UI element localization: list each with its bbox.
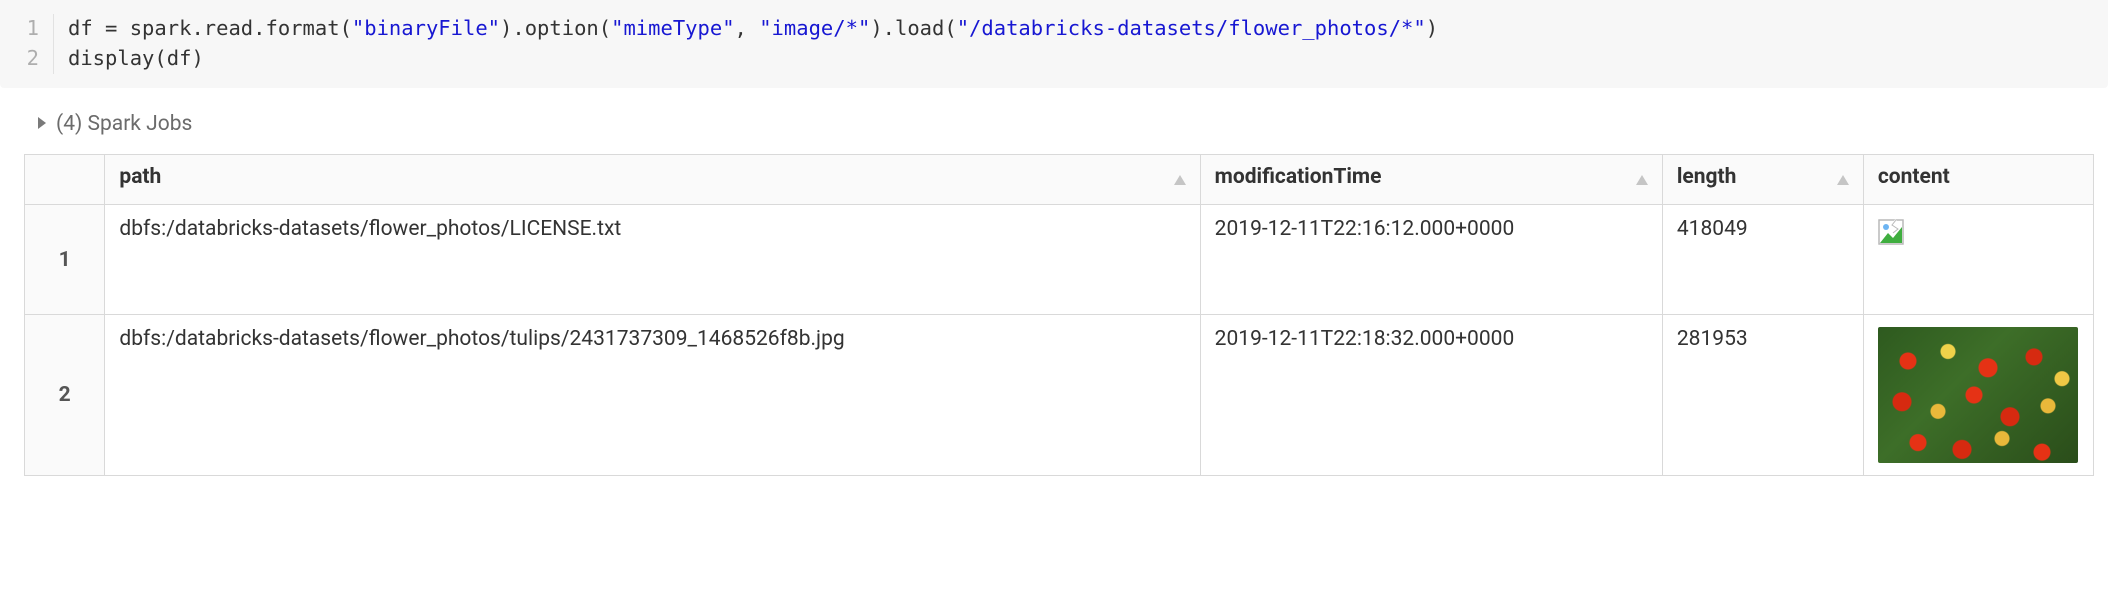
cell-length: 418049 <box>1662 205 1863 315</box>
image-thumbnail <box>1878 327 2078 463</box>
result-table-wrap: path modificationTime length <box>0 154 2108 480</box>
column-header-path[interactable]: path <box>105 155 1200 205</box>
cell-modification-time: 2019-12-11T22:18:32.000+0000 <box>1200 315 1662 476</box>
table-row: 2dbfs:/databricks-datasets/flower_photos… <box>25 315 2094 476</box>
column-header-content[interactable]: content <box>1863 155 2093 205</box>
broken-image-icon <box>1878 219 1904 251</box>
code-gutter: 12 <box>0 14 54 74</box>
column-header-label: path <box>119 165 161 189</box>
column-header-label: content <box>1878 165 1950 189</box>
caret-right-icon <box>36 114 48 135</box>
code-body[interactable]: df = spark.read.format("binaryFile").opt… <box>54 14 1438 74</box>
result-table: path modificationTime length <box>24 154 2094 476</box>
cell-content <box>1863 205 2093 315</box>
column-header-label: modificationTime <box>1215 165 1382 189</box>
line-number: 1 <box>0 14 39 44</box>
spark-jobs-toggle[interactable]: (4) Spark Jobs <box>0 88 2108 154</box>
table-row: 1dbfs:/databricks-datasets/flower_photos… <box>25 205 2094 315</box>
column-header-length[interactable]: length <box>1662 155 1863 205</box>
cell-path: dbfs:/databricks-datasets/flower_photos/… <box>105 315 1200 476</box>
row-index: 2 <box>25 315 105 476</box>
sort-icon[interactable] <box>1634 174 1650 186</box>
column-header-label: length <box>1677 165 1737 189</box>
cell-modification-time: 2019-12-11T22:16:12.000+0000 <box>1200 205 1662 315</box>
column-header-modification-time[interactable]: modificationTime <box>1200 155 1662 205</box>
spark-jobs-label: (4) Spark Jobs <box>56 112 192 136</box>
code-line[interactable]: df = spark.read.format("binaryFile").opt… <box>68 14 1438 44</box>
code-line[interactable]: display(df) <box>68 44 1438 74</box>
row-index: 1 <box>25 205 105 315</box>
sort-icon[interactable] <box>1835 174 1851 186</box>
sort-icon[interactable] <box>1172 174 1188 186</box>
row-index-header <box>25 155 105 205</box>
line-number: 2 <box>0 44 39 74</box>
code-cell[interactable]: 12 df = spark.read.format("binaryFile").… <box>0 0 2108 88</box>
cell-content <box>1863 315 2093 476</box>
cell-length: 281953 <box>1662 315 1863 476</box>
cell-path: dbfs:/databricks-datasets/flower_photos/… <box>105 205 1200 315</box>
